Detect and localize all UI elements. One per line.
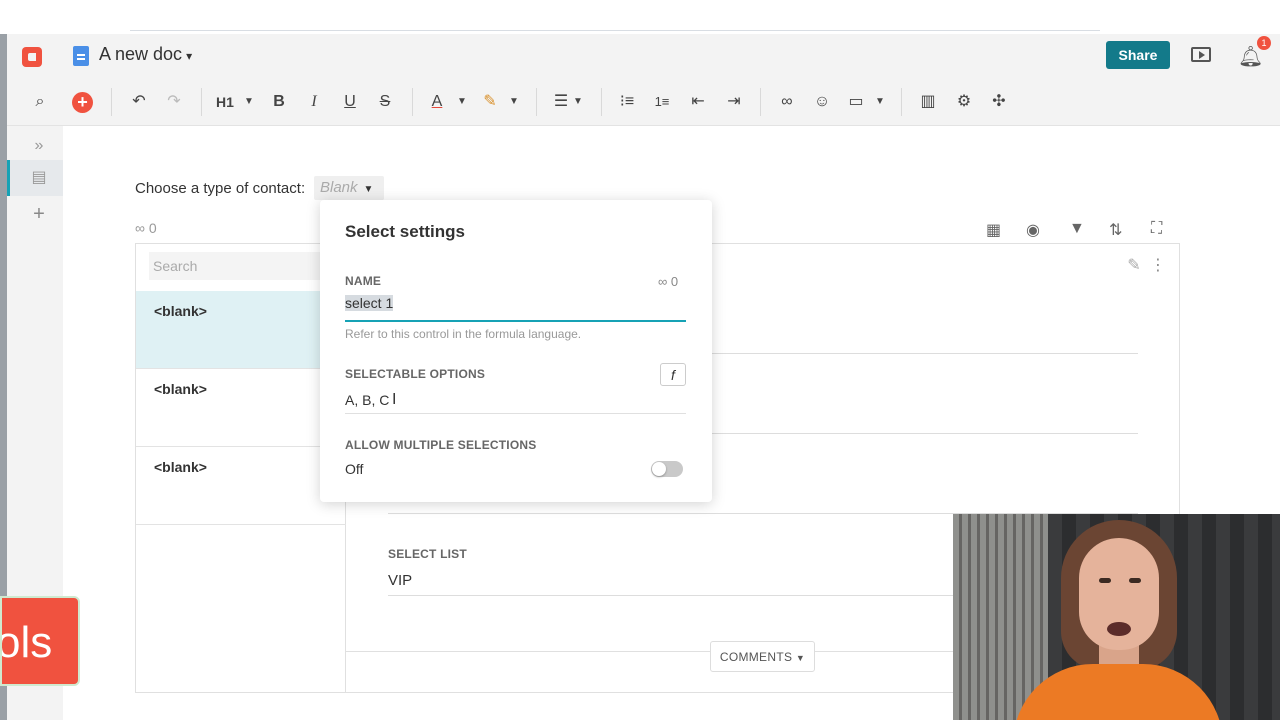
- select-list-label: SELECT LIST: [388, 547, 467, 561]
- add-icon[interactable]: +: [72, 92, 93, 113]
- eye-icon[interactable]: ◉: [1026, 220, 1040, 240]
- share-button[interactable]: Share: [1106, 41, 1170, 69]
- select-settings-popup: Select settings NAME ∞ 0 select 1 Refer …: [320, 200, 712, 502]
- list-item[interactable]: <blank>: [136, 447, 346, 525]
- comments-button[interactable]: COMMENTS ▼: [710, 641, 815, 672]
- person-eye: [1099, 578, 1111, 583]
- divider: [760, 88, 761, 116]
- select-value: Blank: [320, 179, 358, 196]
- divider: [601, 88, 602, 116]
- divider: [536, 88, 537, 116]
- name-hint: Refer to this control in the formula lan…: [345, 327, 582, 341]
- link-icon: ∞: [658, 274, 668, 289]
- chevron-down-icon: ▼: [363, 184, 374, 195]
- name-link-count-value: 0: [670, 274, 679, 289]
- webcam-video: [953, 514, 1280, 720]
- coda-logo-icon[interactable]: [22, 47, 42, 67]
- emoji-icon[interactable]: ☺: [812, 91, 832, 113]
- divider: [130, 30, 1100, 31]
- link-count: ∞ 0: [135, 220, 157, 236]
- chevron-down-icon: ▾: [186, 49, 193, 63]
- chevron-down-icon[interactable]: ▼: [508, 91, 520, 113]
- robot-icon[interactable]: ⚙: [954, 91, 974, 113]
- multi-select-value: Off: [345, 461, 364, 477]
- fullscreen-icon[interactable]: ⛶: [1151, 220, 1162, 238]
- format-toolbar: [7, 78, 1280, 126]
- add-page-icon[interactable]: +: [29, 203, 49, 225]
- divider: [901, 88, 902, 116]
- person-mouth: [1107, 622, 1131, 636]
- bullet-list-icon[interactable]: ⁝≡: [617, 91, 637, 113]
- comment-icon[interactable]: ▭: [846, 91, 866, 113]
- name-value: select 1: [345, 295, 394, 311]
- outdent-icon[interactable]: ⇤: [688, 91, 708, 113]
- browser-top-strip: [0, 0, 1280, 34]
- popup-title: Select settings: [345, 222, 465, 241]
- name-label: NAME: [345, 274, 382, 288]
- formula-button[interactable]: f: [660, 363, 686, 386]
- divider: [201, 88, 202, 116]
- choose-label: Choose a type of contact:: [135, 180, 306, 197]
- page-icon: ▤: [31, 169, 47, 186]
- undo-icon[interactable]: ↶: [129, 91, 149, 113]
- underline-button[interactable]: U: [341, 91, 359, 113]
- heading-button[interactable]: H1: [214, 91, 236, 113]
- italic-button[interactable]: I: [305, 91, 323, 113]
- link-count-value: 0: [148, 220, 157, 236]
- link-icon: ∞: [135, 220, 145, 236]
- text-color-button[interactable]: A: [428, 91, 446, 113]
- divider: [388, 595, 953, 596]
- more-icon[interactable]: ⋮: [1150, 255, 1166, 277]
- search-icon[interactable]: ⌕: [30, 91, 50, 113]
- select-list-value[interactable]: VIP: [388, 572, 412, 589]
- options-label: SELECTABLE OPTIONS: [345, 367, 486, 381]
- search-input[interactable]: Search: [149, 252, 329, 280]
- contact-type-select[interactable]: Blank ▼: [314, 176, 384, 200]
- name-field[interactable]: select 1: [345, 295, 686, 322]
- divider: [111, 88, 112, 116]
- sort-icon[interactable]: ⇅: [1109, 220, 1122, 240]
- bold-button[interactable]: B: [270, 91, 288, 113]
- chevron-down-icon[interactable]: ▼: [572, 91, 584, 113]
- title-bar: [7, 34, 1280, 78]
- doc-icon: [73, 46, 89, 66]
- table-view-icon[interactable]: ▦: [986, 220, 1001, 240]
- expand-sidebar-icon[interactable]: »: [29, 135, 49, 157]
- name-link-count: ∞ 0: [658, 274, 678, 289]
- present-icon[interactable]: [1191, 47, 1211, 62]
- chevron-down-icon[interactable]: ▼: [874, 91, 886, 113]
- indent-icon[interactable]: ⇥: [724, 91, 744, 113]
- chevron-down-icon[interactable]: ▼: [243, 91, 255, 113]
- tools-overlay: ols: [0, 596, 80, 686]
- list-item[interactable]: <blank>: [136, 369, 346, 447]
- notification-badge: 1: [1257, 36, 1271, 50]
- map-icon[interactable]: ▥: [918, 91, 938, 113]
- divider: [412, 88, 413, 116]
- chevron-down-icon: ▼: [795, 653, 806, 663]
- numbered-list-icon[interactable]: 1≡: [652, 91, 672, 113]
- multi-select-label: ALLOW MULTIPLE SELECTIONS: [345, 438, 537, 452]
- multi-select-toggle[interactable]: [651, 461, 683, 477]
- link-icon[interactable]: ∞: [777, 91, 797, 113]
- text-cursor-icon: I: [392, 391, 397, 408]
- tools-overlay-text: ols: [0, 618, 53, 667]
- doc-title-label: A new doc: [99, 44, 183, 64]
- edit-icon[interactable]: ✎: [1125, 255, 1143, 277]
- align-left-icon[interactable]: ☰: [552, 91, 570, 113]
- list-item[interactable]: <blank>: [136, 291, 346, 369]
- highlight-icon[interactable]: ✎: [481, 91, 499, 113]
- strikethrough-button[interactable]: S: [376, 91, 394, 113]
- redo-icon[interactable]: ↷: [164, 91, 184, 113]
- doc-title[interactable]: A new doc ▾: [99, 44, 192, 65]
- person-eye: [1129, 578, 1141, 583]
- chevron-down-icon[interactable]: ▼: [456, 91, 468, 113]
- puzzle-icon[interactable]: ✣: [989, 91, 1009, 113]
- filter-icon[interactable]: ▼: [1069, 220, 1085, 238]
- comments-label: COMMENTS: [719, 650, 793, 664]
